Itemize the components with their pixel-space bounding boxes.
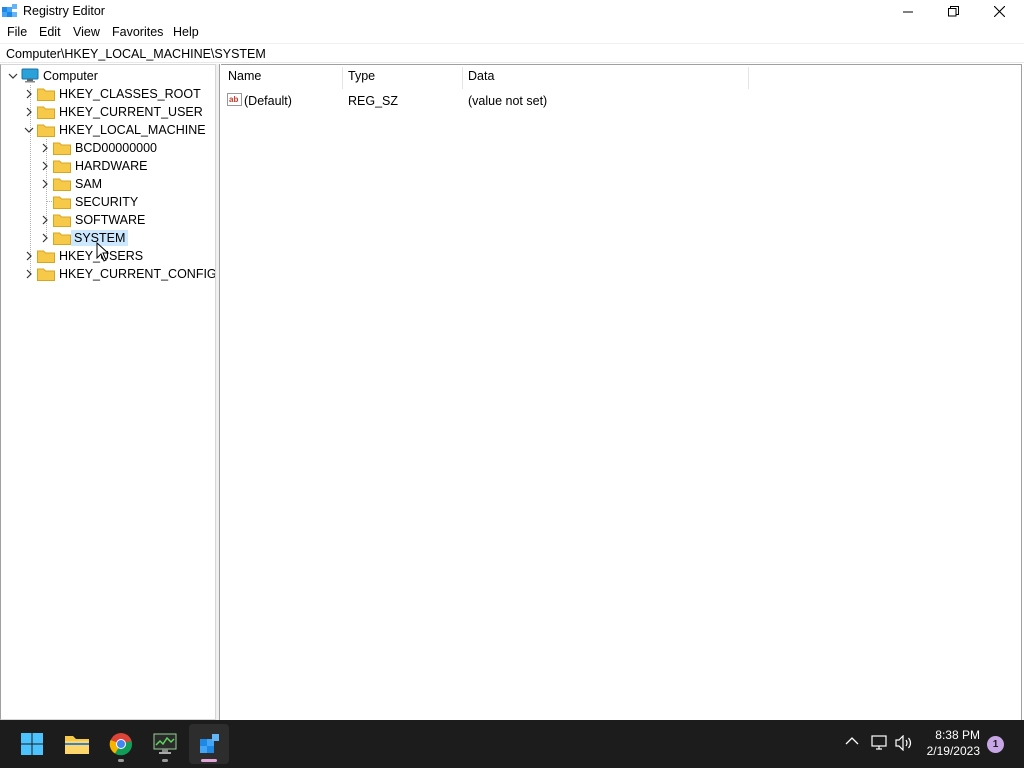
tree-label: HARDWARE: [75, 159, 148, 173]
folder-icon: [37, 88, 55, 101]
tree-label: SECURITY: [75, 195, 139, 209]
column-divider[interactable]: [748, 67, 749, 89]
chevron-right-icon[interactable]: [40, 215, 50, 225]
folder-icon: [65, 736, 89, 754]
tree-item-hkey-current-config[interactable]: HKEY_CURRENT_CONFIG: [1, 265, 215, 283]
column-header-name[interactable]: Name: [222, 69, 342, 89]
registry-editor-app-icon: [2, 4, 17, 17]
tree-label: SAM: [75, 177, 103, 191]
menu-edit[interactable]: Edit: [39, 25, 61, 39]
network-icon[interactable]: [871, 735, 889, 751]
clock-date: 2/19/2023: [926, 744, 980, 758]
value-data: (value not set): [468, 94, 548, 108]
file-explorer-button[interactable]: [57, 724, 97, 764]
chevron-right-icon[interactable]: [24, 251, 34, 261]
values-list-pane[interactable]: Name Type Data ab (Default) REG_SZ (valu…: [221, 64, 1022, 720]
tree-label-computer: Computer: [43, 69, 98, 83]
chrome-button[interactable]: [101, 724, 141, 764]
column-header-data[interactable]: Data: [462, 69, 748, 89]
tree-item-security[interactable]: SECURITY: [1, 193, 215, 211]
folder-icon: [53, 214, 71, 227]
minimize-icon: [902, 11, 913, 12]
chevron-right-icon[interactable]: [40, 179, 50, 189]
value-row[interactable]: ab (Default) REG_SZ (value not set): [221, 91, 1011, 109]
tree-label: HKEY_LOCAL_MACHINE: [59, 123, 206, 137]
folder-icon: [37, 250, 55, 263]
menu-bar: File Edit View Favorites Help: [0, 23, 1024, 42]
folder-icon: [37, 268, 55, 281]
menu-favorites[interactable]: Favorites: [112, 25, 163, 39]
taskbar: [0, 720, 1024, 768]
tree-label: HKEY_CLASSES_ROOT: [59, 87, 201, 101]
window-title: Registry Editor: [23, 4, 105, 18]
chevron-up-icon[interactable]: [845, 736, 859, 746]
tree-item-computer[interactable]: Computer: [1, 67, 215, 85]
tree-item-software[interactable]: SOFTWARE: [1, 211, 215, 229]
key-tree-pane[interactable]: Computer HKEY_CLASSES_ROOT HKEY_CURRENT_…: [0, 64, 216, 720]
mouse-cursor-icon: [96, 242, 110, 262]
menu-view[interactable]: View: [73, 25, 100, 39]
chevron-right-icon[interactable]: [24, 107, 34, 117]
notification-badge[interactable]: 1: [987, 736, 1004, 753]
folder-icon: [53, 142, 71, 155]
running-indicator: [162, 759, 168, 762]
folder-icon: [53, 232, 71, 245]
chevron-right-icon[interactable]: [24, 89, 34, 99]
clock-time: 8:38 PM: [935, 728, 980, 742]
svg-text:ab: ab: [229, 95, 238, 104]
tree-item-hardware[interactable]: HARDWARE: [1, 157, 215, 175]
tree-item-hkey-current-user[interactable]: HKEY_CURRENT_USER: [1, 103, 215, 121]
taskbar-clock[interactable]: 8:38 PM 2/19/2023: [927, 727, 980, 759]
value-name: (Default): [244, 94, 292, 108]
address-path[interactable]: Computer\HKEY_LOCAL_MACHINE\SYSTEM: [6, 47, 266, 61]
folder-icon: [37, 106, 55, 119]
close-icon: [993, 5, 1005, 17]
regedit-icon: [200, 734, 219, 753]
active-indicator: [201, 759, 217, 762]
windows-logo-icon: [21, 733, 43, 755]
tree-label: HKEY_CURRENT_CONFIG: [59, 267, 216, 281]
tree-label: HKEY_CURRENT_USER: [59, 105, 203, 119]
chevron-down-icon[interactable]: [24, 125, 34, 135]
pane-splitter[interactable]: [216, 64, 220, 720]
chevron-right-icon[interactable]: [40, 233, 50, 243]
column-header-type[interactable]: Type: [342, 69, 462, 89]
tree-label: SOFTWARE: [75, 213, 146, 227]
computer-icon: [21, 68, 39, 83]
folder-icon: [53, 178, 71, 191]
monitor-icon: [153, 733, 177, 754]
title-bar: Registry Editor: [0, 0, 1024, 22]
tree-label: BCD00000000: [75, 141, 158, 155]
chrome-icon: [109, 733, 133, 756]
close-button[interactable]: [976, 0, 1022, 22]
tree-item-sam[interactable]: SAM: [1, 175, 215, 193]
start-button[interactable]: [12, 724, 52, 764]
tree-item-hkey-local-machine[interactable]: HKEY_LOCAL_MACHINE: [1, 121, 215, 139]
chevron-right-icon[interactable]: [24, 269, 34, 279]
folder-open-icon: [37, 124, 55, 137]
string-value-icon: ab: [227, 93, 242, 106]
chevron-right-icon[interactable]: [40, 161, 50, 171]
chevron-right-icon[interactable]: [40, 143, 50, 153]
volume-icon[interactable]: [895, 735, 913, 751]
address-bar[interactable]: Computer\HKEY_LOCAL_MACHINE\SYSTEM: [0, 43, 1024, 63]
value-type: REG_SZ: [348, 94, 399, 108]
tree-item-hkey-classes-root[interactable]: HKEY_CLASSES_ROOT: [1, 85, 215, 103]
folder-icon: [53, 196, 71, 209]
menu-help[interactable]: Help: [173, 25, 199, 39]
menu-file[interactable]: File: [7, 25, 27, 39]
restore-icon: [947, 5, 959, 16]
folder-icon: [53, 160, 71, 173]
minimize-button[interactable]: [885, 0, 931, 22]
task-manager-button[interactable]: [145, 724, 185, 764]
running-indicator: [118, 759, 124, 762]
restore-button[interactable]: [930, 0, 976, 22]
chevron-down-icon[interactable]: [8, 71, 18, 81]
registry-editor-taskbar-button[interactable]: [189, 724, 229, 764]
tree-item-bcd00000000[interactable]: BCD00000000: [1, 139, 215, 157]
